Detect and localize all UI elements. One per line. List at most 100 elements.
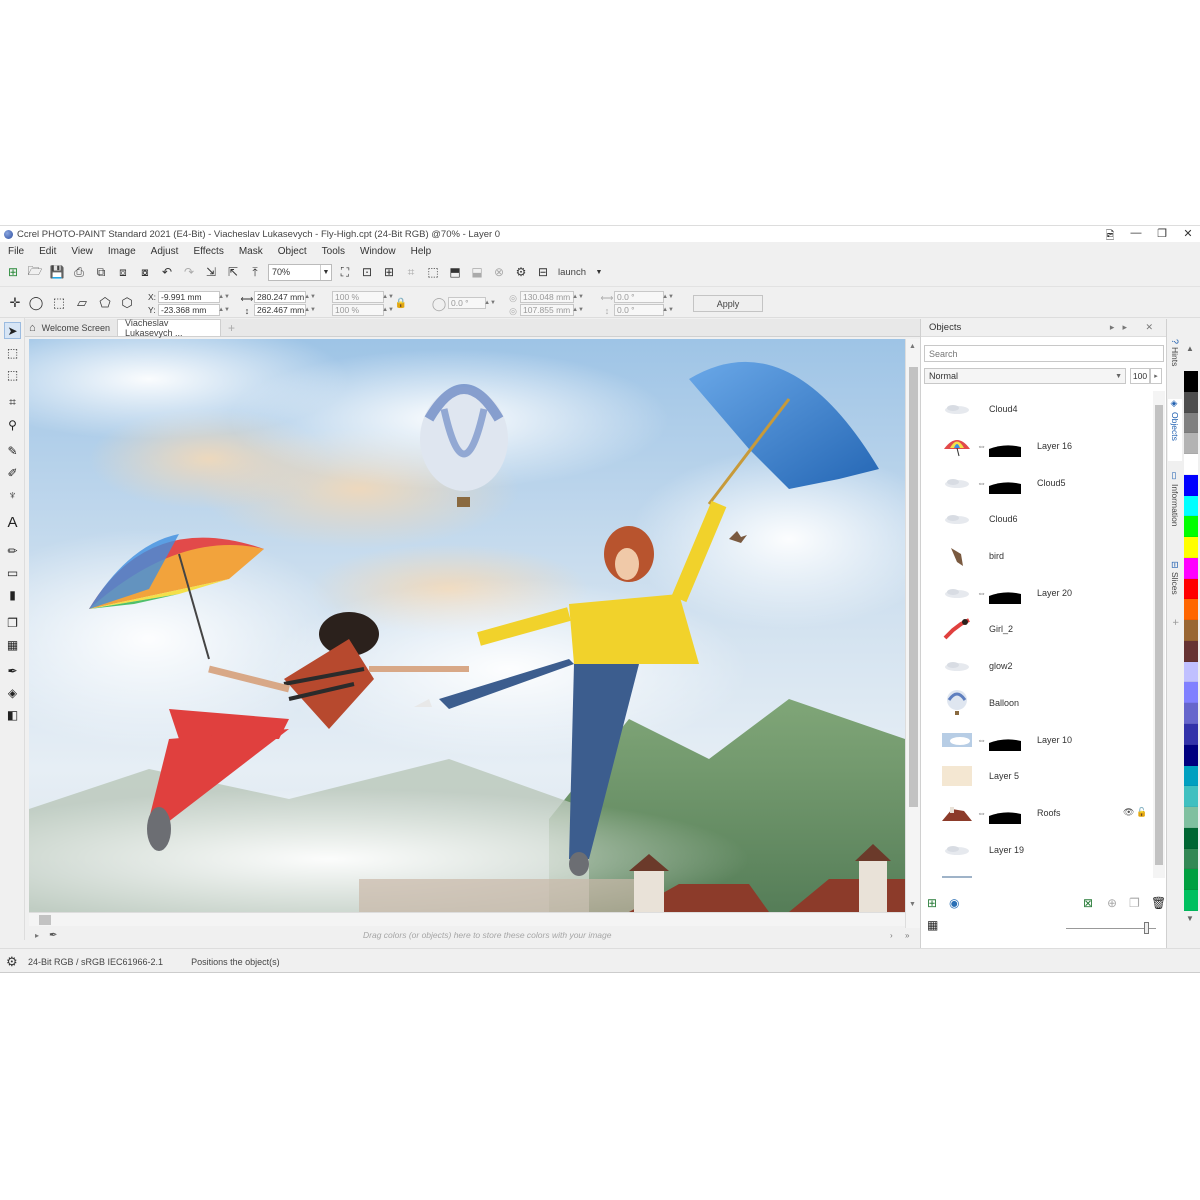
color-swatch[interactable]: [1184, 827, 1198, 849]
rotation-spinner[interactable]: ▲▼: [484, 297, 496, 309]
layer-mask-thumbnail[interactable]: [989, 728, 1021, 751]
skew-vertical-field[interactable]: 0.0 ° ▲▼: [614, 304, 674, 316]
lock-icon[interactable]: ⊗: [490, 263, 508, 281]
transparency-tool-icon[interactable]: ▦: [4, 636, 21, 653]
new-tab-button[interactable]: +: [221, 319, 242, 336]
drop-shadow-tool-icon[interactable]: ❐: [4, 614, 21, 631]
position-mode-icon[interactable]: ✛: [6, 294, 24, 312]
palette-scroll-icon[interactable]: ▸: [35, 931, 39, 940]
palette-down-icon[interactable]: ▼: [1186, 914, 1194, 923]
layer-row[interactable]: ⇔ Layer 20: [921, 574, 1153, 611]
y-position-input[interactable]: -23.368 mm: [158, 304, 220, 316]
show-grid-icon[interactable]: ⊞: [380, 263, 398, 281]
fill-tool-icon[interactable]: ◈: [4, 684, 21, 701]
menu-mask[interactable]: Mask: [239, 246, 263, 257]
scale-width-input[interactable]: 100 %: [332, 291, 384, 303]
center-y-spinner[interactable]: ▲▼: [572, 304, 584, 316]
resample-icon[interactable]: ⬒: [446, 263, 464, 281]
tab-slices[interactable]: ⊟ Slices: [1168, 561, 1182, 607]
menu-tools[interactable]: Tools: [322, 246, 345, 257]
color-swatch[interactable]: [1184, 640, 1198, 662]
redo-icon[interactable]: ↷: [180, 263, 198, 281]
perspective-mode-icon[interactable]: ⬡: [118, 294, 136, 312]
color-swatch[interactable]: [1184, 724, 1198, 745]
width-input[interactable]: 280.247 mm: [254, 291, 306, 303]
height-input[interactable]: 262.467 mm: [254, 304, 306, 316]
distort-mode-icon[interactable]: ⬠: [96, 294, 114, 312]
scroll-up-icon[interactable]: ▲: [909, 343, 916, 350]
color-swatch[interactable]: [1184, 620, 1198, 641]
gear-icon[interactable]: ⚙: [6, 954, 22, 970]
color-swatches-icon[interactable]: ◧: [4, 706, 21, 723]
checker-icon[interactable]: ▦: [927, 918, 938, 932]
save-icon[interactable]: 💾: [48, 263, 66, 281]
layer-mask-thumbnail[interactable]: [989, 801, 1021, 824]
color-profile-label[interactable]: 24-Bit RGB / sRGB IEC61966-2.1: [28, 957, 163, 967]
launch-label[interactable]: launch: [558, 267, 586, 278]
paint-tool-icon[interactable]: ✏: [4, 542, 21, 559]
color-swatch[interactable]: [1184, 495, 1198, 517]
color-swatch[interactable]: [1184, 703, 1198, 725]
options-gear-icon[interactable]: ⚙: [512, 263, 530, 281]
skew-vertical-input[interactable]: 0.0 °: [614, 304, 664, 316]
full-screen-icon[interactable]: ⊡: [358, 263, 376, 281]
clone-tool-icon[interactable]: ♆: [4, 486, 21, 503]
new-object-icon[interactable]: ⊞: [927, 896, 937, 910]
color-swatch[interactable]: [1184, 537, 1198, 558]
combine-icon[interactable]: ❐: [1129, 896, 1140, 910]
canvas-vertical-scrollbar[interactable]: ▲ ▼: [905, 339, 920, 929]
scroll-down-icon[interactable]: ▼: [909, 901, 916, 908]
opacity-dropdown-icon[interactable]: ▸: [1150, 368, 1162, 384]
layer-mask-thumbnail[interactable]: [989, 435, 1021, 458]
height-spinner[interactable]: ▲▼: [304, 304, 316, 316]
x-spinner[interactable]: ▲▼: [218, 291, 230, 303]
center-x-field[interactable]: 130.048 mm ▲▼: [520, 291, 584, 303]
scale-mode-icon[interactable]: ⬚: [50, 294, 68, 312]
layer-row[interactable]: ⇔ Layer 16: [921, 428, 1153, 465]
color-swatch[interactable]: [1184, 869, 1198, 891]
zoom-to-fit-icon[interactable]: ⛶: [336, 263, 354, 281]
layer-row[interactable]: glow2: [921, 648, 1153, 685]
new-mask-icon[interactable]: ⊠: [1083, 896, 1093, 910]
layer-row[interactable]: ⇔ Roofs 👁🔓: [921, 795, 1153, 832]
center-y-field[interactable]: 107.855 mm ▲▼: [520, 304, 584, 316]
center-x-spinner[interactable]: ▲▼: [572, 291, 584, 303]
transform-icon[interactable]: ⬓: [468, 263, 486, 281]
canvas-horizontal-scrollbar[interactable]: [29, 912, 905, 926]
blend-mode-select[interactable]: Normal ▼: [924, 368, 1126, 384]
mask-link-icon[interactable]: ⇔: [977, 441, 986, 451]
menu-effects[interactable]: Effects: [193, 246, 223, 257]
layer-row[interactable]: Cloud6: [921, 501, 1153, 538]
menu-view[interactable]: View: [71, 246, 93, 257]
layer-row[interactable]: bird: [921, 538, 1153, 575]
slider-knob[interactable]: [1144, 922, 1149, 934]
color-swatch[interactable]: [1184, 765, 1198, 787]
color-swatch[interactable]: [1184, 661, 1198, 683]
eyedropper-tool-icon[interactable]: ✎: [4, 442, 21, 459]
color-swatch[interactable]: [1184, 371, 1198, 392]
color-swatch[interactable]: [1184, 807, 1198, 828]
layer-row[interactable]: Layer 5: [921, 758, 1153, 795]
color-swatch[interactable]: [1184, 890, 1198, 911]
rotate-mode-icon[interactable]: ◯: [27, 294, 45, 312]
layer-row[interactable]: ⇔Layer 4: [921, 868, 1153, 878]
menu-file[interactable]: File: [8, 246, 24, 257]
skew-horizontal-field[interactable]: 0.0 ° ▲▼: [614, 291, 674, 303]
docker-controls-icon[interactable]: ▸▸ ✕: [1110, 322, 1161, 333]
scale-height-field[interactable]: 100 % ▲▼: [332, 304, 394, 316]
rectangle-tool-icon[interactable]: ▭: [4, 564, 21, 581]
hscroll-thumb[interactable]: [39, 915, 51, 925]
color-eyedropper-icon[interactable]: ✒: [4, 662, 21, 679]
snap-icon[interactable]: ⌗: [402, 263, 420, 281]
color-swatch[interactable]: [1184, 391, 1198, 413]
merge-icon[interactable]: ⊕: [1107, 896, 1117, 910]
menu-object[interactable]: Object: [278, 246, 307, 257]
x-position-input[interactable]: -9.991 mm: [158, 291, 220, 303]
layer-mask-thumbnail[interactable]: [989, 875, 1021, 878]
mask-link-icon[interactable]: ⇔: [977, 808, 986, 818]
red-eye-tool-icon[interactable]: ✐: [4, 464, 21, 481]
mask-transform-tool-icon[interactable]: ⬚: [4, 366, 21, 383]
menu-window[interactable]: Window: [360, 246, 396, 257]
print-icon[interactable]: ⎙: [70, 263, 88, 281]
pick-tool-icon[interactable]: ➤: [4, 322, 21, 339]
